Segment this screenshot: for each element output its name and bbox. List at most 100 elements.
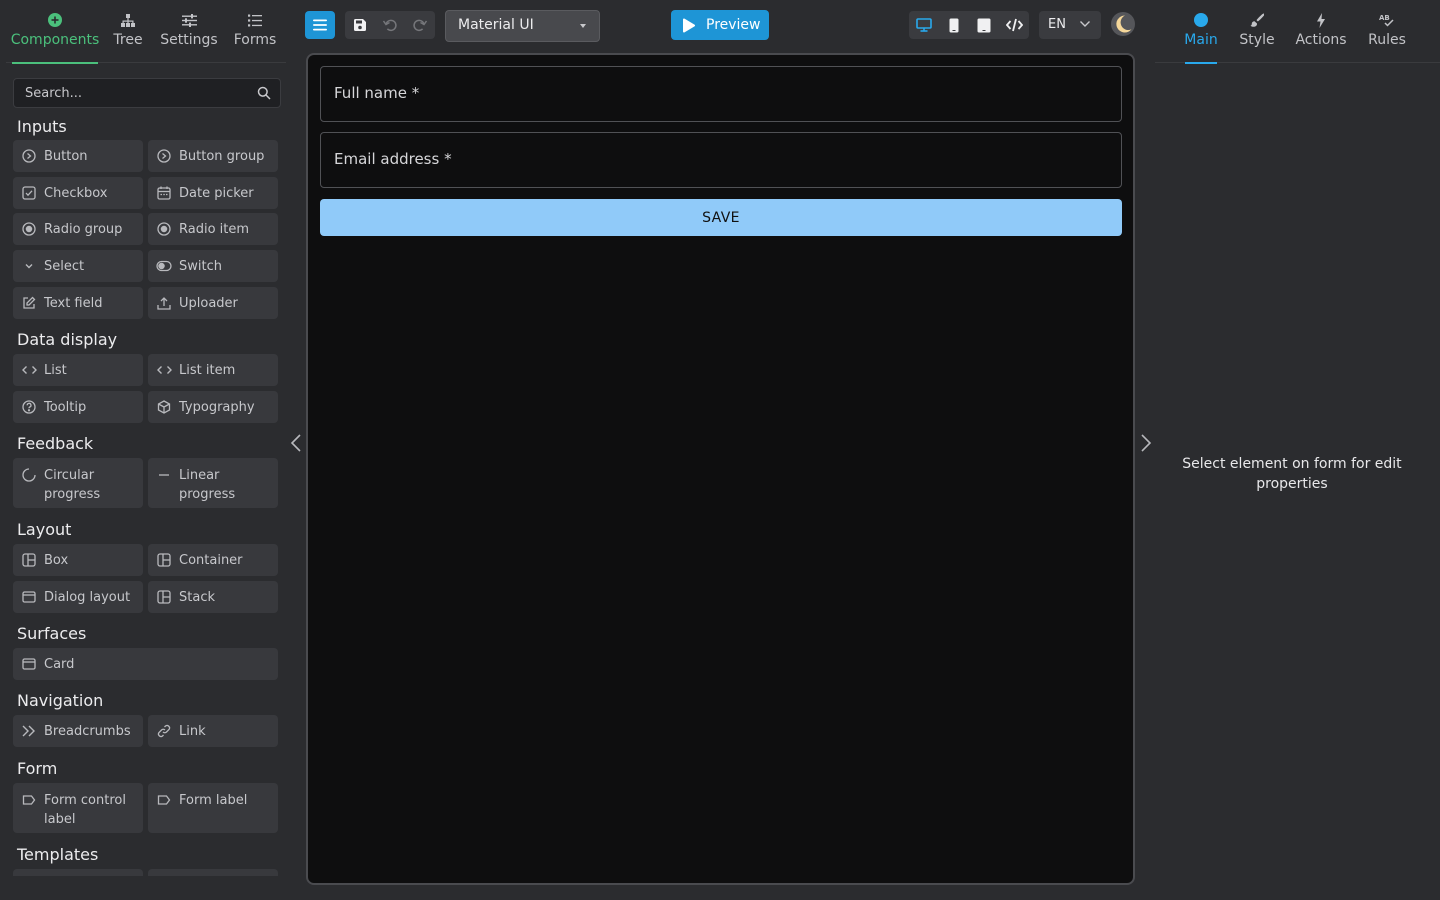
component-label: Stack	[179, 589, 215, 605]
component-label: Radio item	[179, 221, 250, 237]
component-label: List item	[179, 362, 236, 378]
component-label: Uploader	[179, 295, 238, 311]
section-title-data-display: Data display	[17, 330, 118, 349]
tab-label: Main	[1184, 32, 1218, 48]
history-toolbar	[345, 11, 435, 39]
tab-style[interactable]: Style	[1239, 0, 1275, 63]
tab-settings[interactable]: Settings	[160, 0, 218, 63]
tab-rules[interactable]: AB Rules	[1368, 0, 1406, 63]
tab-label: Rules	[1368, 32, 1406, 48]
collapse-right-panel-button[interactable]	[1139, 434, 1153, 452]
properties-empty-hint: Select element on form for edit properti…	[1182, 456, 1402, 492]
search-input[interactable]	[14, 79, 250, 107]
sliders-icon	[181, 12, 197, 28]
save-icon	[353, 18, 367, 32]
radio-icon	[21, 221, 37, 237]
component-circular-progress[interactable]: Circular progress	[13, 458, 143, 508]
component-label: Typography	[179, 399, 255, 415]
component-radio-item[interactable]: Radio item	[148, 213, 278, 245]
theme-toggle-button[interactable]	[1111, 12, 1135, 36]
ui-library-value: Material UI	[458, 17, 534, 33]
component-list-item[interactable]: List item	[148, 354, 278, 386]
tab-actions[interactable]: Actions	[1295, 0, 1347, 63]
component-form-control-label[interactable]: Form control label	[13, 783, 143, 833]
radio-icon	[156, 221, 172, 237]
component-stack[interactable]: Stack	[148, 581, 278, 613]
button-group-icon	[156, 148, 172, 164]
component-breadcrumbs[interactable]: Breadcrumbs	[13, 715, 143, 747]
chevron-right-icon	[1139, 434, 1153, 452]
component-checkbox[interactable]: Checkbox	[13, 177, 143, 209]
component-button-group[interactable]: Button group	[148, 140, 278, 172]
component-label: Circular progress	[44, 468, 101, 502]
component-palette[interactable]: Inputs Button Button group Checkbox Date…	[0, 110, 286, 876]
component-switch[interactable]: Switch	[148, 250, 278, 282]
component-date-picker[interactable]: Date picker	[148, 177, 278, 209]
component-uploader[interactable]: Uploader	[148, 287, 278, 319]
code-view-button[interactable]	[999, 11, 1029, 39]
tab-label: Settings	[160, 32, 218, 48]
component-list[interactable]: List	[13, 354, 143, 386]
component-template[interactable]	[13, 869, 143, 876]
component-container[interactable]: Container	[148, 544, 278, 576]
bolt-icon	[1316, 12, 1326, 28]
chevron-down-icon	[1079, 20, 1091, 28]
desktop-view-button[interactable]	[909, 11, 939, 39]
list-icon	[248, 12, 262, 28]
redo-button[interactable]	[405, 11, 435, 39]
undo-button[interactable]	[375, 11, 405, 39]
language-select[interactable]: EN	[1039, 11, 1101, 39]
form-save-button[interactable]: SAVE	[320, 199, 1122, 236]
component-radio-group[interactable]: Radio group	[13, 213, 143, 245]
component-box[interactable]: Box	[13, 544, 143, 576]
component-label: Form control label	[44, 793, 126, 827]
component-label: Radio group	[44, 221, 123, 237]
component-label: Dialog layout	[44, 589, 131, 605]
full-name-input[interactable]	[321, 67, 1121, 121]
search-box	[13, 78, 281, 108]
save-button[interactable]	[345, 11, 375, 39]
mobile-view-button[interactable]	[939, 11, 969, 39]
component-card[interactable]: Card	[13, 648, 278, 680]
email-address-field[interactable]: Email address *	[320, 132, 1122, 188]
component-label: Button group	[179, 148, 265, 164]
tab-tree[interactable]: Tree	[112, 0, 144, 63]
ui-library-select[interactable]: Material UI	[445, 10, 600, 42]
tab-forms[interactable]: Forms	[232, 0, 278, 63]
tab-main[interactable]: Main	[1184, 0, 1218, 64]
component-button[interactable]: Button	[13, 140, 143, 172]
component-dialog-layout[interactable]: Dialog layout	[13, 581, 143, 613]
component-form-label[interactable]: Form label	[148, 783, 278, 833]
search-icon[interactable]	[257, 86, 271, 100]
window-icon	[21, 589, 37, 605]
component-label: Tooltip	[44, 399, 87, 415]
component-link[interactable]: Link	[148, 715, 278, 747]
tab-components[interactable]: Components	[11, 0, 99, 64]
preview-button[interactable]: Preview	[671, 10, 769, 40]
component-label: Date picker	[179, 185, 254, 201]
component-tooltip[interactable]: Tooltip	[13, 391, 143, 423]
component-label: Checkbox	[44, 185, 108, 201]
menu-button[interactable]	[305, 11, 335, 39]
tablet-view-button[interactable]	[969, 11, 999, 39]
full-name-field[interactable]: Full name *	[320, 66, 1122, 122]
component-label: Box	[44, 552, 69, 568]
component-text-field[interactable]: Text field	[13, 287, 143, 319]
form-canvas[interactable]: Full name * Email address * SAVE	[306, 53, 1135, 885]
component-label: List	[44, 362, 67, 378]
play-icon	[682, 17, 696, 33]
label-icon	[156, 792, 172, 808]
email-address-input[interactable]	[321, 133, 1121, 187]
component-label: Breadcrumbs	[44, 723, 131, 739]
component-typography[interactable]: Typography	[148, 391, 278, 423]
tab-label: Tree	[113, 32, 143, 48]
collapse-left-panel-button[interactable]	[289, 434, 303, 452]
component-select[interactable]: Select	[13, 250, 143, 282]
component-label: Text field	[44, 295, 103, 311]
undo-icon	[382, 17, 398, 33]
section-title-feedback: Feedback	[17, 434, 94, 453]
menu-icon	[313, 19, 327, 31]
component-label: Link	[179, 723, 206, 739]
component-linear-progress[interactable]: Linear progress	[148, 458, 278, 508]
component-template[interactable]	[148, 869, 278, 876]
